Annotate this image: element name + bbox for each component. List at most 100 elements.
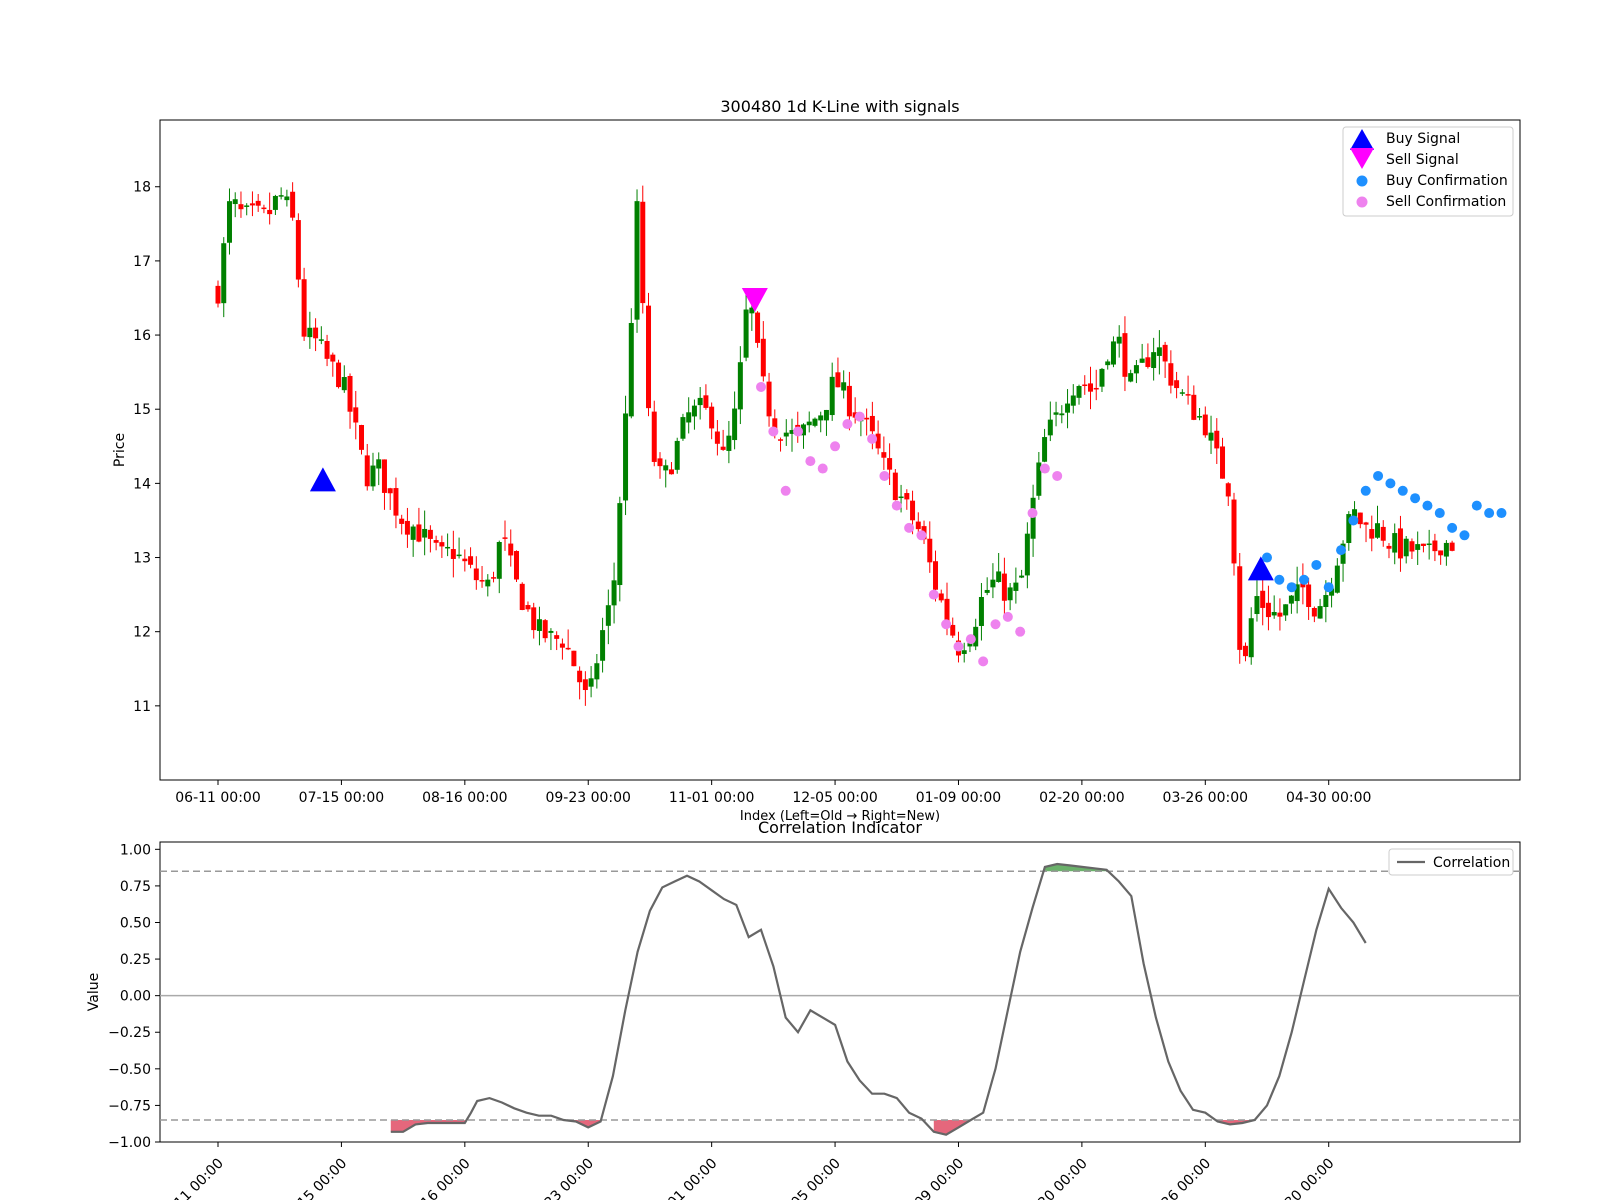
candle-body [290,191,296,218]
value-tick-label: 0.00 [120,989,151,1005]
candle-body [324,341,330,359]
correlation-tick-label: 08-16 00:00 [402,1156,474,1200]
candle-body [232,199,238,205]
candle-body [1225,483,1231,497]
sell-confirmation-dot [1002,611,1013,622]
sell-confirmation-dot [780,485,791,496]
candle-body [244,205,250,207]
index-tick-label: 06-11 00:00 [175,790,260,806]
buy-confirmation-dot [1311,559,1322,570]
candle-body [1116,336,1122,344]
candle-body [1059,413,1065,416]
candle-body [709,406,715,429]
candle-body [1386,545,1392,549]
candle-body [1007,587,1013,601]
candle-body [778,439,784,441]
candle-body [393,488,399,516]
candle-body [1265,602,1271,618]
candle-body [485,579,491,587]
sell-confirmation-dot [1015,626,1026,637]
index-tick-label: 09-23 00:00 [545,790,630,806]
price-tick-label: 14 [133,476,151,492]
candle-body [416,524,422,542]
candle-body [272,195,278,210]
correlation-tick-label: 11-01 00:00 [649,1156,721,1200]
candle-body [238,204,244,210]
correlation-title: Correlation Indicator [758,818,922,837]
candle-body [491,577,497,579]
candle-body [950,624,956,636]
candle-body [898,496,904,499]
candle-body [376,459,382,469]
confirmation-dots-group [756,381,1507,667]
candle-body [1288,595,1294,604]
index-tick-label: 01-09 00:00 [916,790,1001,806]
candle-body [445,546,451,549]
candle-body [605,605,611,626]
value-tick-label: 0.50 [120,915,151,931]
correlation-tick-label: 03-26 00:00 [1142,1156,1214,1200]
correlation-legend-label: Correlation [1433,855,1510,871]
legend-sell-confirmation-marker [1356,196,1368,208]
candle-body [1420,543,1426,546]
buy-confirmation-dot [1360,485,1371,496]
candle-body [657,458,663,467]
sell-confirmation-dot [768,426,779,437]
candle-body [1317,606,1323,619]
correlation-tick-label: 12-05 00:00 [772,1156,844,1200]
price-tick-label: 12 [133,625,151,641]
buy-confirmation-dot [1323,582,1334,593]
candle-body [1202,414,1208,436]
candle-body [755,312,761,343]
correlation-tick-label: 07-15 00:00 [278,1156,350,1200]
candle-body [933,561,939,590]
buy-confirmation-dot [1484,508,1495,519]
candle-body [674,440,680,470]
sell-confirmation-dot [879,470,890,481]
candle-body [1242,645,1248,657]
candle-body [1093,387,1099,390]
candle-body [823,409,829,421]
candle-body [904,493,910,500]
value-tick-label: 0.25 [120,952,151,968]
candle-body [1260,590,1266,608]
candle-body [1214,430,1220,449]
value-tick-label: −0.50 [108,1062,151,1078]
candle-body [427,529,433,539]
candle-body [1105,361,1111,366]
candle-body [1363,522,1369,525]
candle-body [318,339,324,341]
candle-body [347,375,353,412]
buy-confirmation-dot [1410,493,1421,504]
candle-body [984,589,990,593]
candle-body [634,201,640,320]
sell-confirmation-dot [854,411,865,422]
correlation-index-ticks: 06-11 00:00 07-15 00:00 08-16 00:00 09-23 0… [155,1142,1338,1200]
candle-body [743,309,749,358]
sell-confirmation-dot [793,426,804,437]
candle-body [846,385,852,417]
candle-body [938,593,944,601]
candle-body [525,605,531,610]
candle-body [439,542,445,547]
price-tick-label: 13 [133,551,151,567]
sell-confirmation-dot [941,619,952,630]
candle-body [1156,347,1162,356]
buy-confirmation-dot [1262,552,1273,563]
candlestick-panel: 300480 1d K-Line with signals 11 12 13 14 15… [112,97,1521,824]
candlestick-plot-area [159,119,1521,781]
sell-confirmation-dot [916,530,927,541]
candle-body [1443,542,1449,557]
candle-body [353,407,359,423]
candle-body [1047,419,1053,436]
candle-body [1133,365,1139,374]
candle-body [1128,373,1134,382]
candle-body [404,520,410,535]
candle-body [1179,392,1185,394]
candle-body [1397,528,1403,559]
candle-body [1139,358,1145,363]
price-axis-ticks: 11 12 13 14 15 16 17 18 [133,180,160,715]
candle-body [1254,596,1260,615]
buy-confirmation-dot [1422,500,1433,511]
candle-body [1151,352,1157,369]
